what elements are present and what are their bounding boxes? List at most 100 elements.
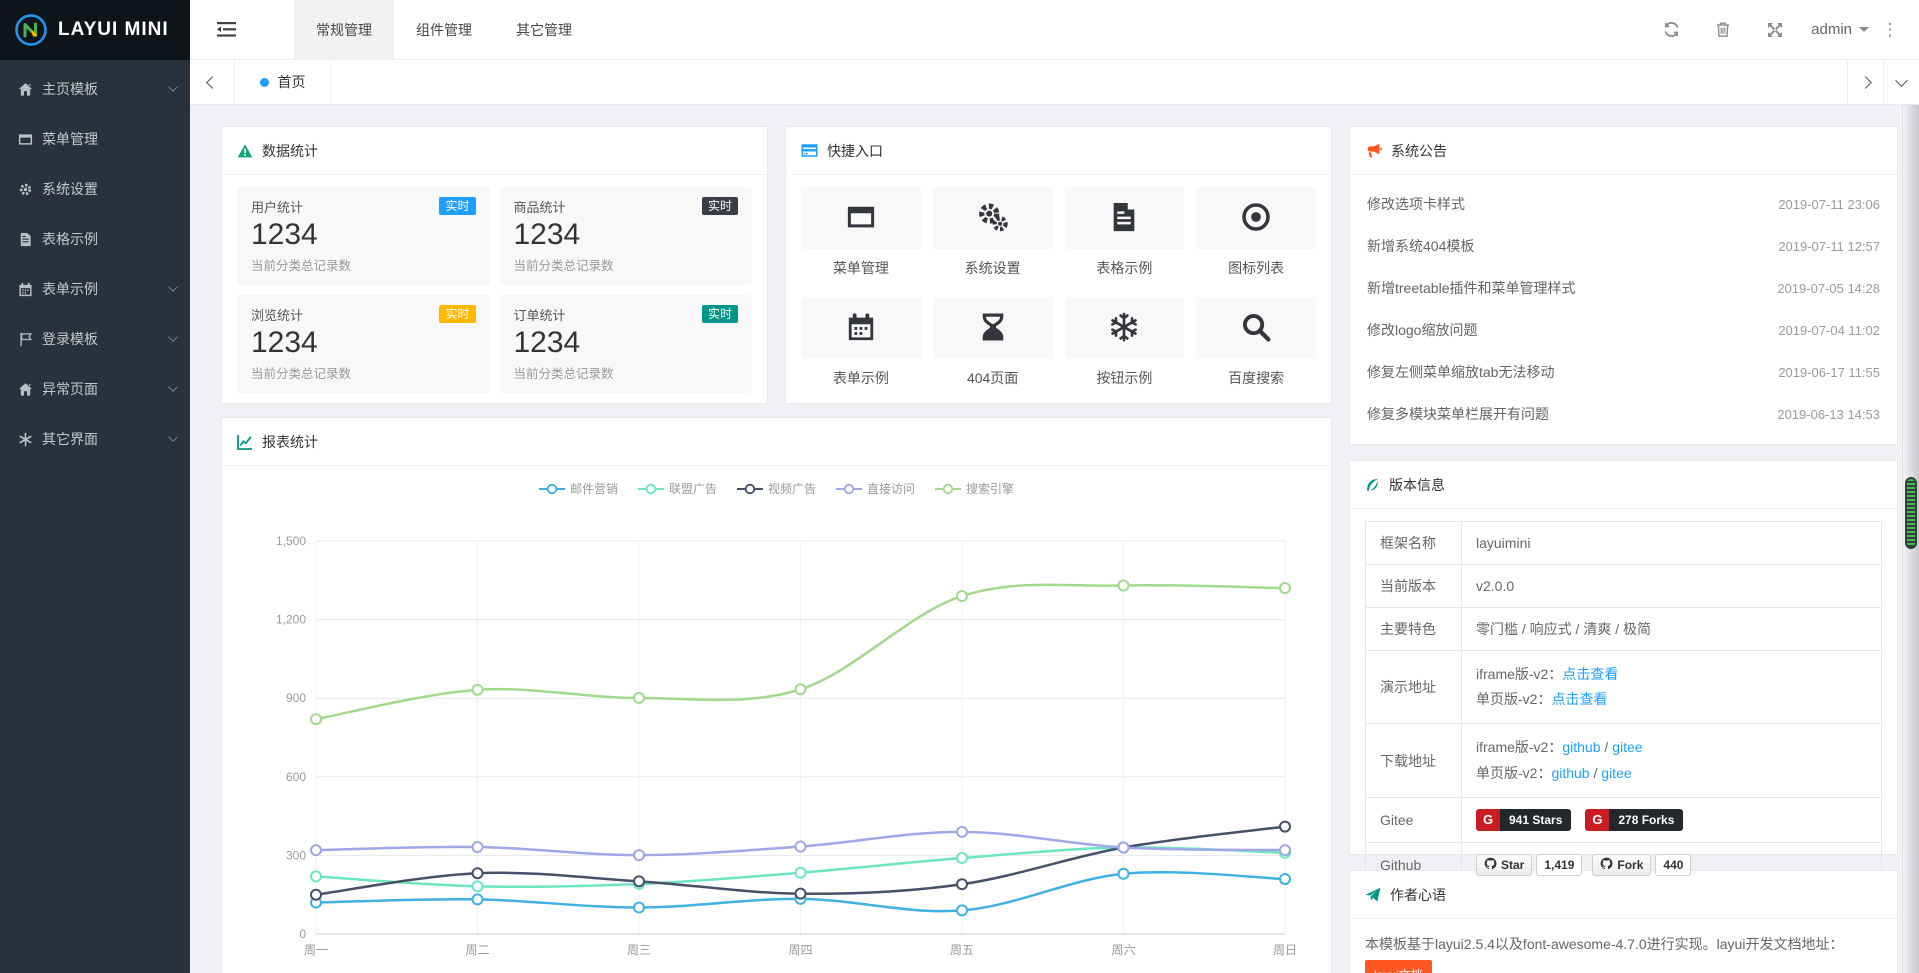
tab-scroll-left-icon[interactable] xyxy=(190,60,235,104)
announcement-row-6[interactable]: 修复多模块菜单栏展开有问题2019-06-13 14:53 xyxy=(1365,393,1882,435)
tab-operations-icon[interactable] xyxy=(1883,60,1919,104)
version-row-1: 框架名称layuimini xyxy=(1366,522,1882,565)
link[interactable]: 点击查看 xyxy=(1562,666,1618,682)
header-tab-1[interactable]: 常规管理 xyxy=(294,0,394,59)
announcement-row-1[interactable]: 修改选项卡样式2019-07-11 23:06 xyxy=(1365,183,1882,225)
shortcut-tile[interactable] xyxy=(933,297,1053,359)
sidebar-item-3[interactable]: 系统设置 xyxy=(0,164,190,214)
shortcut-label: 菜单管理 xyxy=(801,258,921,278)
panel-title: 作者心语 xyxy=(1390,885,1446,905)
header-actions: admin ⋮ xyxy=(1645,0,1919,59)
legend-label: 邮件营销 xyxy=(570,480,618,497)
link[interactable]: gitee xyxy=(1612,739,1642,755)
author-paragraph: 本模板基于layui2.5.4以及font-awesome-4.7.0进行实现。… xyxy=(1365,931,1882,958)
octocat-icon xyxy=(1484,857,1501,873)
legend-marker-icon xyxy=(539,483,565,495)
vertical-scrollbar[interactable] xyxy=(1902,105,1919,973)
gitee-badge-label: 941 Stars xyxy=(1500,809,1571,831)
version-row-4: 演示地址iframe版-v2：点击查看单页版-v2：点击查看 xyxy=(1366,651,1882,724)
home-icon xyxy=(18,82,42,97)
announcement-text: 修改选项卡样式 xyxy=(1367,194,1465,214)
panel-title: 数据统计 xyxy=(262,141,318,161)
sidebar-item-5[interactable]: 表单示例 xyxy=(0,264,190,314)
legend-item[interactable]: 直接访问 xyxy=(836,480,915,497)
shortcut-tile[interactable] xyxy=(801,187,921,249)
legend-marker-icon xyxy=(836,483,862,495)
announcement-text: 修复多模块菜单栏展开有问题 xyxy=(1367,404,1549,424)
header-tab-3[interactable]: 其它管理 xyxy=(494,0,594,59)
scrollbar-thumb[interactable] xyxy=(1905,477,1917,549)
sidebar-item-6[interactable]: 登录模板 xyxy=(0,314,190,364)
gitee-badge[interactable]: G278 Forks xyxy=(1585,809,1683,831)
svg-text:周四: 周四 xyxy=(788,943,812,957)
more-options-icon[interactable]: ⋮ xyxy=(1875,20,1905,40)
sidebar-item-8[interactable]: 其它界面 xyxy=(0,414,190,464)
version-row-5: 下载地址iframe版-v2：github / gitee单页版-v2：gith… xyxy=(1366,724,1882,797)
layui-doc-badge[interactable]: layui文档 xyxy=(1365,960,1432,973)
shortcut-tile[interactable] xyxy=(1196,187,1316,249)
github-widget: Fork440 xyxy=(1592,854,1691,876)
chevron-down-icon xyxy=(168,82,178,92)
bullhorn-icon xyxy=(1365,143,1382,159)
collapse-sidebar-icon[interactable] xyxy=(190,0,262,59)
app-logo[interactable]: LAYUI MINI xyxy=(0,0,190,60)
svg-text:900: 900 xyxy=(286,691,306,705)
sidebar-item-2[interactable]: 菜单管理 xyxy=(0,114,190,164)
page-tab-home[interactable]: 首页 xyxy=(235,60,331,104)
tab-scroll-right-icon[interactable] xyxy=(1847,60,1883,104)
announcement-row-5[interactable]: 修复左侧菜单缩放tab无法移动2019-06-17 11:55 xyxy=(1365,351,1882,393)
legend-label: 视频广告 xyxy=(768,480,816,497)
legend-item[interactable]: 搜索引擎 xyxy=(935,480,1014,497)
stat-cards: 用户统计实时1234当前分类总记录数商品统计实时1234当前分类总记录数浏览统计… xyxy=(237,187,752,393)
link[interactable]: gitee xyxy=(1601,765,1631,781)
legend-item[interactable]: 联盟广告 xyxy=(638,480,717,497)
shortcut-4: 图标列表 xyxy=(1196,187,1316,297)
calendar-icon xyxy=(18,282,42,297)
panel-author-words: 作者心语 本模板基于layui2.5.4以及font-awesome-4.7.0… xyxy=(1349,870,1898,973)
github-fork-button[interactable]: Fork xyxy=(1592,854,1651,876)
text: / xyxy=(1601,739,1613,755)
sidebar-item-1[interactable]: 主页模板 xyxy=(0,64,190,114)
announcement-time: 2019-07-04 11:02 xyxy=(1778,323,1880,338)
svg-text:周三: 周三 xyxy=(627,943,651,957)
github-star-button[interactable]: Star xyxy=(1476,854,1532,876)
github-count[interactable]: 1,419 xyxy=(1536,854,1582,876)
fullscreen-icon[interactable] xyxy=(1749,22,1801,38)
github-count[interactable]: 440 xyxy=(1655,854,1691,876)
sidebar-item-label: 其它界面 xyxy=(42,429,98,449)
panel-version-info: 版本信息 框架名称layuimini当前版本v2.0.0主要特色零门槛 / 响应… xyxy=(1349,460,1898,855)
link[interactable]: github xyxy=(1562,739,1600,755)
shortcut-tile[interactable] xyxy=(1065,187,1185,249)
header-tab-2[interactable]: 组件管理 xyxy=(394,0,494,59)
open-page-tabs: 首页 xyxy=(235,60,331,104)
sidebar-item-label: 登录模板 xyxy=(42,329,98,349)
shortcut-tile[interactable] xyxy=(801,297,921,359)
link[interactable]: 点击查看 xyxy=(1551,691,1607,707)
link[interactable]: github xyxy=(1551,765,1589,781)
announcement-row-3[interactable]: 新增treetable插件和菜单管理样式2019-07-05 14:28 xyxy=(1365,267,1882,309)
text: iframe版-v2： xyxy=(1476,739,1562,755)
legend-item[interactable]: 邮件营销 xyxy=(539,480,618,497)
asterisk-icon xyxy=(18,432,42,447)
user-menu[interactable]: admin xyxy=(1811,21,1869,38)
sidebar-item-4[interactable]: 表格示例 xyxy=(0,214,190,264)
gitee-badge[interactable]: G941 Stars xyxy=(1476,809,1571,831)
stat-card-1: 用户统计实时1234当前分类总记录数 xyxy=(237,187,490,285)
shortcut-tile[interactable] xyxy=(1196,297,1316,359)
sidebar-item-7[interactable]: 异常页面 xyxy=(0,364,190,414)
shortcut-tile[interactable] xyxy=(933,187,1053,249)
stat-caption: 当前分类总记录数 xyxy=(514,255,739,274)
shortcut-tile[interactable] xyxy=(1065,297,1185,359)
author-content: 本模板基于layui2.5.4以及font-awesome-4.7.0进行实现。… xyxy=(1350,919,1897,973)
refresh-icon[interactable] xyxy=(1645,21,1697,38)
chevron-down-icon xyxy=(168,332,178,342)
clear-cache-trash-icon[interactable] xyxy=(1697,21,1749,38)
panel-title: 版本信息 xyxy=(1389,475,1445,495)
legend-item[interactable]: 视频广告 xyxy=(737,480,816,497)
announcement-row-2[interactable]: 新增系统404模板2019-07-11 12:57 xyxy=(1365,225,1882,267)
stat-card-3: 浏览统计实时1234当前分类总记录数 xyxy=(237,295,490,393)
gitee-logo-icon: G xyxy=(1585,809,1609,831)
realtime-badge: 实时 xyxy=(702,197,738,215)
svg-text:周日: 周日 xyxy=(1273,943,1297,957)
announcement-row-4[interactable]: 修改logo缩放问题2019-07-04 11:02 xyxy=(1365,309,1882,351)
